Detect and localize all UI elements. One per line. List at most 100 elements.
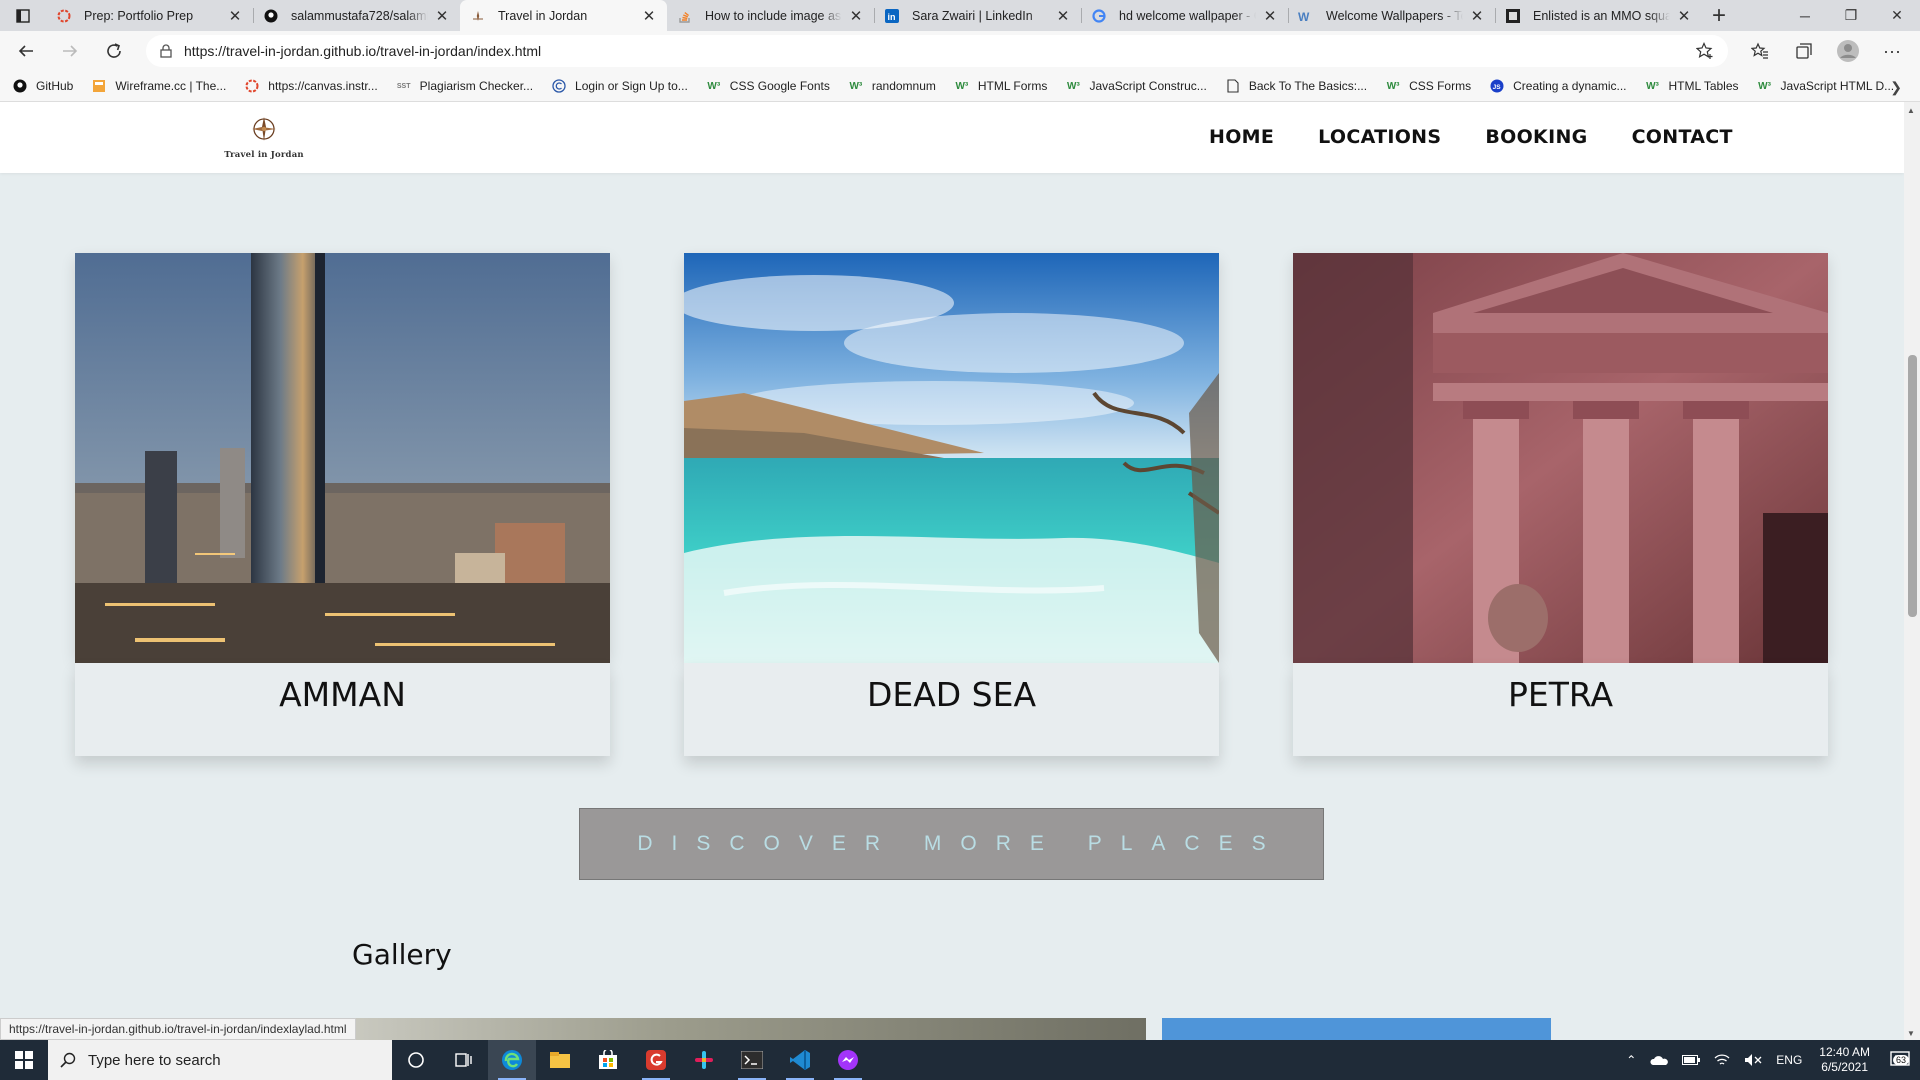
tab-close-icon[interactable]: ✕ bbox=[1055, 7, 1071, 25]
bookmark-item[interactable]: W³ JavaScript HTML D... bbox=[1757, 78, 1894, 94]
browser-tab-active[interactable]: Travel in Jordan ✕ bbox=[460, 0, 667, 31]
file-explorer-icon[interactable] bbox=[536, 1040, 584, 1080]
more-options-icon[interactable]: ··· bbox=[1870, 41, 1914, 62]
browser-tab[interactable]: hd welcome wallpaper - G ✕ bbox=[1081, 0, 1288, 31]
add-favorite-icon[interactable] bbox=[1695, 42, 1714, 63]
bookmark-item[interactable]: W³ CSS Google Fonts bbox=[706, 78, 829, 94]
chevron-up-icon[interactable]: ⌃ bbox=[1626, 1053, 1636, 1067]
back-icon[interactable] bbox=[8, 33, 44, 69]
tab-close-icon[interactable]: ✕ bbox=[1676, 7, 1692, 25]
messenger-icon[interactable] bbox=[824, 1040, 872, 1080]
tab-close-icon[interactable]: ✕ bbox=[1469, 7, 1485, 25]
location-card-petra[interactable]: PETRA bbox=[1293, 253, 1828, 756]
browser-tab[interactable]: W Welcome Wallpapers - Top ✕ bbox=[1288, 0, 1495, 31]
close-window-icon[interactable]: ✕ bbox=[1874, 0, 1920, 31]
bookmark-item[interactable]: Login or Sign Up to... bbox=[551, 78, 688, 94]
browser-tab[interactable]: Prep: Portfolio Prep ✕ bbox=[46, 0, 253, 31]
wifi-icon[interactable] bbox=[1714, 1053, 1730, 1067]
bookmark-item[interactable]: W³ CSS Forms bbox=[1385, 78, 1471, 94]
terminal-icon[interactable] bbox=[728, 1040, 776, 1080]
scroll-down-icon[interactable]: ▼ bbox=[1907, 1029, 1915, 1038]
location-card-dead-sea[interactable]: DEAD SEA bbox=[684, 253, 1219, 756]
scroll-thumb[interactable] bbox=[1908, 355, 1917, 617]
bookmark-item[interactable]: Wireframe.cc | The... bbox=[91, 78, 226, 94]
chevron-right-icon[interactable]: ❯ bbox=[1890, 79, 1902, 96]
svg-text:in: in bbox=[888, 12, 896, 22]
site-logo[interactable]: Travel in Jordan bbox=[224, 116, 304, 160]
gallery-image[interactable] bbox=[352, 1018, 1146, 1040]
tab-close-icon[interactable]: ✕ bbox=[227, 7, 243, 25]
bookmark-item[interactable]: SST Plagiarism Checker... bbox=[396, 78, 533, 94]
tab-actions-icon[interactable] bbox=[0, 0, 46, 31]
card-title[interactable]: PETRA bbox=[1293, 675, 1828, 714]
bookmark-item[interactable]: W³ HTML Tables bbox=[1645, 78, 1738, 94]
browser-tab[interactable]: How to include image as M ✕ bbox=[667, 0, 874, 31]
volume-muted-icon[interactable] bbox=[1744, 1053, 1762, 1067]
w3schools-icon: W³ bbox=[1646, 80, 1659, 92]
nav-home[interactable]: HOME bbox=[1209, 126, 1274, 148]
store-icon[interactable] bbox=[584, 1040, 632, 1080]
url-text: https://travel-in-jordan.github.io/trave… bbox=[184, 43, 542, 59]
card-title[interactable]: AMMAN bbox=[75, 675, 610, 714]
bookmark-label: https://canvas.instr... bbox=[268, 79, 378, 93]
bookmark-item[interactable]: W³ JavaScript Construc... bbox=[1065, 78, 1207, 94]
browser-tab[interactable]: in Sara Zwairi | LinkedIn ✕ bbox=[874, 0, 1081, 31]
petra-image[interactable] bbox=[1293, 253, 1828, 663]
tab-close-icon[interactable]: ✕ bbox=[1262, 7, 1278, 25]
scroll-up-icon[interactable]: ▲ bbox=[1907, 106, 1915, 115]
slack-icon[interactable] bbox=[680, 1040, 728, 1080]
refresh-icon[interactable] bbox=[96, 33, 132, 69]
card-title[interactable]: DEAD SEA bbox=[684, 675, 1219, 714]
taskbar-search-input[interactable]: Type here to search bbox=[48, 1040, 392, 1080]
system-tray: ⌃ ENG 12:40 AM 6/5/2021 63 bbox=[1619, 1045, 1920, 1075]
browser-tab[interactable]: Enlisted is an MMO squad ✕ bbox=[1495, 0, 1702, 31]
js-icon: JS bbox=[1489, 78, 1505, 94]
page-scrollbar[interactable]: ▲ ▼ bbox=[1904, 102, 1920, 1040]
page-icon bbox=[1225, 78, 1241, 94]
windows-start-icon[interactable] bbox=[0, 1040, 48, 1080]
new-tab-button[interactable]: + bbox=[1702, 0, 1736, 31]
maximize-icon[interactable]: ❐ bbox=[1828, 0, 1874, 31]
w3schools-icon: W³ bbox=[1067, 80, 1080, 92]
lock-icon[interactable] bbox=[160, 44, 172, 58]
forward-icon[interactable] bbox=[52, 33, 88, 69]
favorites-icon[interactable] bbox=[1738, 42, 1782, 60]
dead-sea-image[interactable] bbox=[684, 253, 1219, 663]
bookmark-item[interactable]: GitHub bbox=[12, 78, 73, 94]
tab-close-icon[interactable]: ✕ bbox=[641, 7, 657, 25]
cortana-icon[interactable] bbox=[392, 1040, 440, 1080]
collections-icon[interactable] bbox=[1782, 42, 1826, 60]
onedrive-icon[interactable] bbox=[1650, 1054, 1669, 1066]
notification-center-icon[interactable]: 63 bbox=[1880, 1051, 1920, 1069]
nav-locations[interactable]: LOCATIONS bbox=[1318, 126, 1441, 148]
nav-booking[interactable]: BOOKING bbox=[1485, 126, 1587, 148]
bookmark-item[interactable]: JS Creating a dynamic... bbox=[1489, 78, 1627, 94]
app-red-icon[interactable] bbox=[632, 1040, 680, 1080]
bookmark-item[interactable]: W³ HTML Forms bbox=[954, 78, 1047, 94]
amman-image[interactable] bbox=[75, 253, 610, 663]
tab-close-icon[interactable]: ✕ bbox=[848, 7, 864, 25]
window-controls: ─ ❐ ✕ bbox=[1782, 0, 1920, 31]
url-field[interactable]: https://travel-in-jordan.github.io/trave… bbox=[146, 35, 1728, 67]
bookmark-item[interactable]: Back To The Basics:... bbox=[1225, 78, 1367, 94]
gallery-image[interactable] bbox=[1162, 1018, 1551, 1040]
edge-icon[interactable] bbox=[488, 1040, 536, 1080]
tab-title: Sara Zwairi | LinkedIn bbox=[912, 8, 1033, 23]
bookmark-item[interactable]: https://canvas.instr... bbox=[244, 78, 378, 94]
nav-contact[interactable]: CONTACT bbox=[1632, 126, 1733, 148]
bookmark-item[interactable]: W³ randomnum bbox=[848, 78, 935, 94]
language-indicator[interactable]: ENG bbox=[1776, 1053, 1802, 1067]
vscode-icon[interactable] bbox=[776, 1040, 824, 1080]
svg-text:W: W bbox=[1298, 10, 1310, 23]
clock[interactable]: 12:40 AM 6/5/2021 bbox=[1819, 1045, 1870, 1075]
minimize-icon[interactable]: ─ bbox=[1782, 0, 1828, 31]
task-view-icon[interactable] bbox=[440, 1040, 488, 1080]
tab-close-icon[interactable]: ✕ bbox=[434, 7, 450, 25]
profile-avatar[interactable] bbox=[1826, 39, 1870, 63]
bookmark-label: Plagiarism Checker... bbox=[419, 79, 534, 93]
location-card-amman[interactable]: AMMAN bbox=[75, 253, 610, 756]
battery-icon[interactable] bbox=[1682, 1055, 1701, 1065]
browser-tab[interactable]: salammustafa728/salamPo ✕ bbox=[253, 0, 460, 31]
gallery-heading: Gallery bbox=[352, 938, 452, 971]
discover-more-button[interactable]: DISCOVER MORE PLACES bbox=[579, 808, 1324, 880]
